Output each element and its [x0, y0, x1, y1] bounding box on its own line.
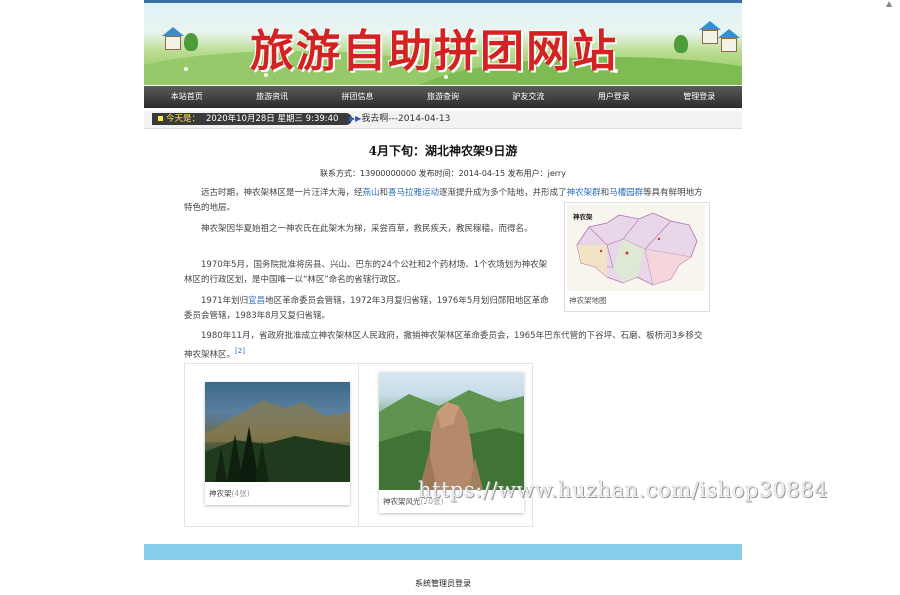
ticker-text[interactable]: 我去啊---2014-04-13: [361, 114, 450, 124]
nav-user-login[interactable]: 用户登录: [571, 86, 656, 108]
nav-group-info[interactable]: 拼团信息: [315, 86, 400, 108]
nav-traveler-forum[interactable]: 驴友交流: [486, 86, 571, 108]
main-nav: 本站首页 旅游资讯 拼团信息 旅游查询 驴友交流 用户登录 管理登录: [144, 86, 742, 108]
house-icon: [702, 30, 718, 44]
date-bar: 今天是： 2020年10月28日 星期三 9:39:40 ▶▶我去啊---2014…: [144, 111, 742, 129]
map-label: 神农架: [573, 213, 593, 221]
reference-link[interactable]: [2]: [235, 347, 245, 355]
map-image[interactable]: 神农架: [567, 205, 705, 291]
nav-home[interactable]: 本站首页: [144, 86, 229, 108]
paragraph-5: 1980年11月，省政府批准成立神农架林区人民政府，撤销神农架林区革命委员会，1…: [184, 331, 703, 360]
link-yichang[interactable]: 宜昌: [248, 296, 265, 306]
house-roof-icon: [718, 29, 740, 38]
scroll-up-icon[interactable]: ▲: [886, 0, 894, 8]
map-caption: 神农架地图: [569, 296, 607, 305]
link-shennongjia-group[interactable]: 神农架群: [567, 188, 601, 198]
link-yanshan[interactable]: 燕山: [363, 188, 380, 198]
flower-decoration: [184, 67, 188, 71]
site-banner: 旅游自助拼团网站: [144, 3, 742, 85]
paragraph-3: 1970年5月，国务院批准将房县、兴山、巴东的24个公社和2个药材场、1个农场划…: [184, 260, 548, 285]
scenery-photo[interactable]: [379, 372, 524, 490]
house-icon: [165, 36, 181, 50]
house-icon: [721, 38, 737, 52]
nav-travel-search[interactable]: 旅游查询: [400, 86, 485, 108]
nav-travel-news[interactable]: 旅游资讯: [229, 86, 314, 108]
tree-icon: [184, 33, 198, 51]
paragraph-2: 神农架因华夏始祖之一神农氏在此架木为梯，采尝百草，救民疾夭，教民稼穑，而得名。: [201, 224, 533, 234]
article-meta: 联系方式：13900000000 发布时间：2014-04-15 发布用户：je…: [320, 169, 566, 178]
article-title: 4月下旬：湖北神农架9日游: [368, 144, 518, 158]
admin-login-link[interactable]: 系统管理员登录: [144, 578, 742, 589]
paragraph-4: 1971年划归宜昌地区革命委员会管辖，1972年3月复归省辖，1976年5月划归…: [184, 296, 549, 321]
date-label: 今天是：: [166, 114, 201, 124]
site-title: 旅游自助拼团网站: [250, 26, 618, 77]
gallery-cell: 神农架(4张): [185, 364, 359, 526]
photo-card[interactable]: 神农架(4张): [205, 382, 350, 505]
link-macaoyuan-group[interactable]: 马槽园群: [609, 188, 643, 198]
watermark-text: https://www.huzhan.com/ishop30884: [418, 478, 829, 502]
link-himalaya[interactable]: 喜马拉雅运动: [388, 188, 439, 198]
shennongjia-photo[interactable]: [205, 382, 350, 482]
footer-bar: [144, 544, 742, 560]
bullet-icon: [158, 116, 163, 121]
double-arrow-icon: ▶▶: [349, 114, 362, 123]
photo-gallery: 神农架(4张) 神农架风光(20张): [184, 363, 533, 527]
tree-icon: [674, 35, 688, 53]
news-ticker[interactable]: ▶▶我去啊---2014-04-13: [349, 113, 450, 125]
current-datetime: 2020年10月28日 星期三 9:39:40: [206, 114, 339, 124]
map-figure[interactable]: 神农架 神农架地图: [564, 202, 710, 312]
photo-caption: 神农架(4张): [209, 489, 250, 498]
house-roof-icon: [162, 27, 184, 36]
date-box: 今天是： 2020年10月28日 星期三 9:39:40: [152, 113, 352, 125]
nav-admin-login[interactable]: 管理登录: [657, 86, 742, 108]
